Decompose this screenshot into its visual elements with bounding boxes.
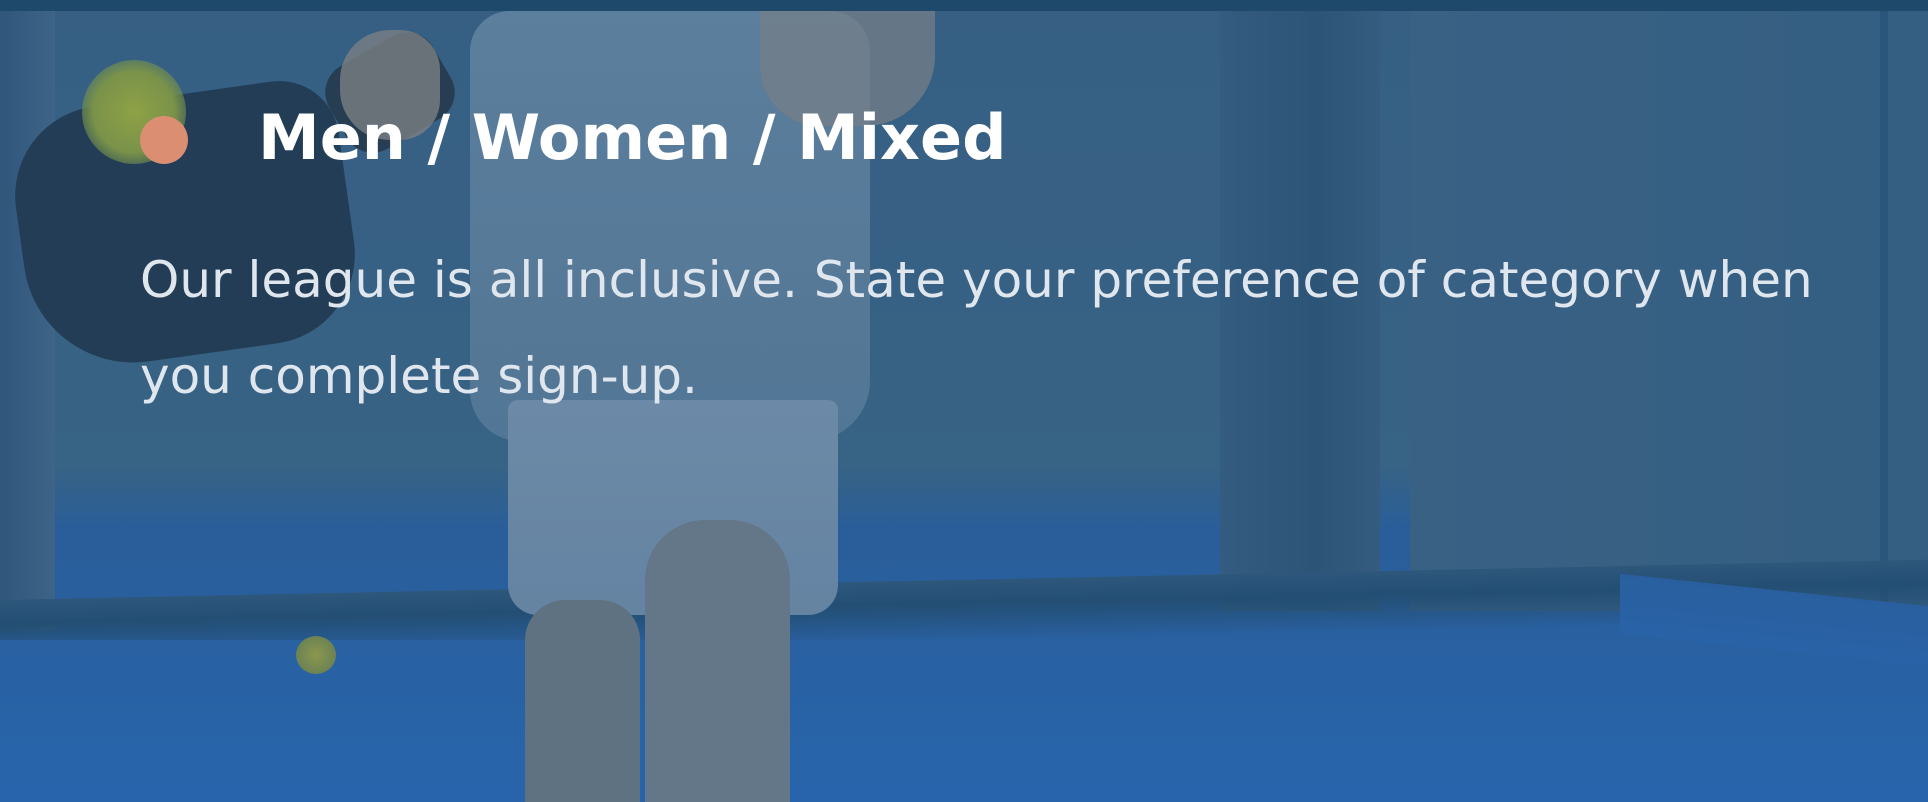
bullet-dot-icon	[140, 116, 188, 164]
feature-heading: Men / Women / Mixed	[258, 101, 1007, 174]
feature-content: Men / Women / Mixed Our league is all in…	[0, 0, 1928, 802]
feature-description: Our league is all inclusive. State your …	[140, 251, 1813, 405]
feature-hero: Men / Women / Mixed Our league is all in…	[0, 0, 1928, 802]
